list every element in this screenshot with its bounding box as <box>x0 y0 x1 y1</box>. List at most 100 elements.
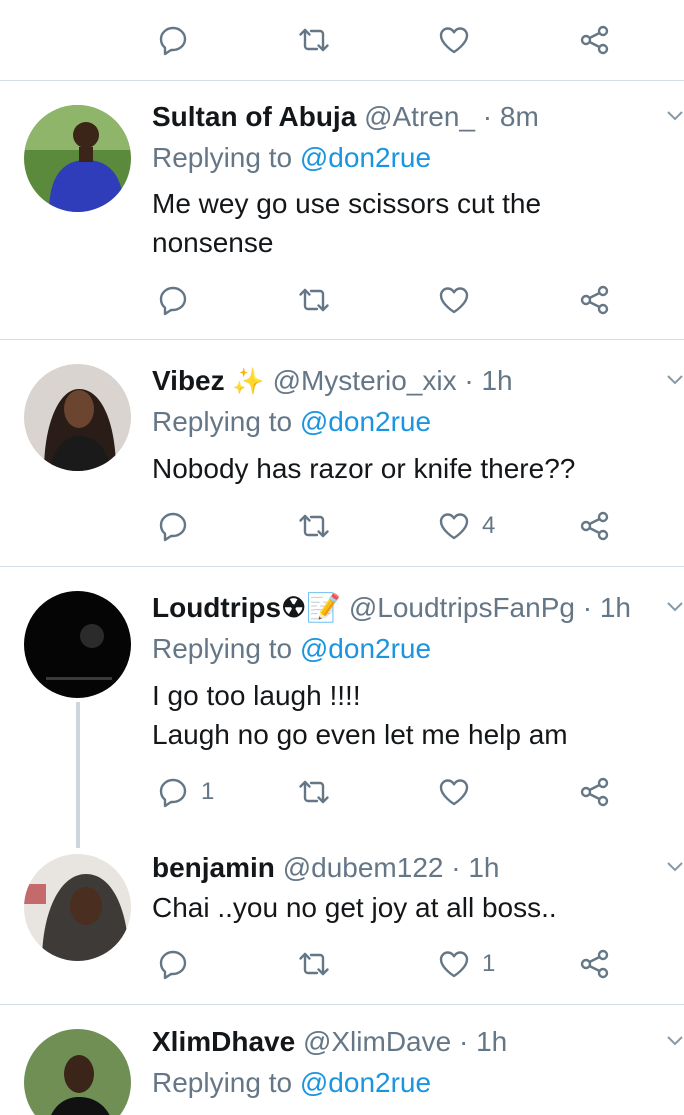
reply-button[interactable] <box>157 20 201 60</box>
share-button[interactable] <box>579 506 611 546</box>
chevron-down-icon[interactable] <box>666 600 684 614</box>
chevron-down-icon[interactable] <box>666 373 684 387</box>
tweet[interactable]: benjamin @dubem122 · 1h Chai ..you no ge… <box>0 833 684 1004</box>
separator: · <box>458 1026 469 1057</box>
timestamp[interactable]: 8m <box>500 101 539 132</box>
like-button[interactable] <box>438 280 482 320</box>
reply-button[interactable] <box>157 944 201 984</box>
replying-to: Replying to @don2rue <box>152 631 431 667</box>
replying-to-link[interactable]: @don2rue <box>300 1067 431 1098</box>
reply-button[interactable]: 1 <box>157 772 214 812</box>
like-icon <box>438 510 470 542</box>
avatar[interactable] <box>24 364 131 471</box>
display-name[interactable]: benjamin <box>152 852 275 883</box>
share-icon <box>579 776 611 808</box>
retweet-button[interactable] <box>298 944 330 984</box>
replying-label: Replying to <box>152 1067 293 1098</box>
separator: · <box>451 852 461 883</box>
handle[interactable]: @Atren_ <box>364 101 475 132</box>
reply-button[interactable] <box>157 506 201 546</box>
avatar[interactable] <box>24 105 131 212</box>
reply-icon <box>157 776 189 808</box>
tweet-header: benjamin @dubem122 · 1h <box>152 850 500 886</box>
replying-to-link[interactable]: @don2rue <box>300 633 431 664</box>
like-icon <box>438 24 470 56</box>
retweet-icon <box>298 24 330 56</box>
display-name[interactable]: Vibez <box>152 365 225 396</box>
avatar[interactable] <box>24 591 131 698</box>
replying-label: Replying to <box>152 406 293 437</box>
tweet[interactable]: Loudtrips☢📝 @LoudtripsFanPg · 1h Replyin… <box>0 567 684 833</box>
retweet-button[interactable] <box>298 772 330 812</box>
share-icon <box>579 284 611 316</box>
share-button[interactable] <box>579 20 611 60</box>
retweet-icon <box>298 776 330 808</box>
timestamp[interactable]: 1h <box>468 852 499 883</box>
like-icon <box>438 284 470 316</box>
share-icon <box>579 510 611 542</box>
tweet[interactable]: Vibez ✨ @Mysterio_xix · 1h Replying to @… <box>0 340 684 566</box>
separator: · <box>464 365 474 396</box>
display-name[interactable]: Sultan of Abuja <box>152 101 356 132</box>
tweet-text: Chai ..you no get joy at all boss.. <box>152 892 557 923</box>
top-action-bar <box>0 20 684 60</box>
like-button[interactable] <box>438 20 470 60</box>
chevron-down-icon[interactable] <box>666 1034 684 1048</box>
action-bar: 1 <box>0 772 684 812</box>
replying-label: Replying to <box>152 633 293 664</box>
sparkles-emoji: ✨ <box>232 366 265 396</box>
timestamp[interactable]: 1h <box>481 365 512 396</box>
like-button[interactable]: 4 <box>438 506 495 546</box>
handle[interactable]: @Mysterio_xix <box>273 365 457 396</box>
display-name[interactable]: Loudtrips☢📝 <box>152 592 341 623</box>
avatar[interactable] <box>24 1029 131 1115</box>
retweet-button[interactable] <box>298 280 330 320</box>
reply-button[interactable] <box>157 280 201 320</box>
timestamp[interactable]: 1h <box>600 592 631 623</box>
handle[interactable]: @LoudtripsFanPg <box>349 592 575 623</box>
tweet[interactable]: XlimDhave @XlimDave · 1h Replying to @do… <box>0 1005 684 1115</box>
share-button[interactable] <box>579 280 611 320</box>
share-button[interactable] <box>579 772 611 812</box>
replying-to: Replying to @don2rue <box>152 140 431 176</box>
display-name[interactable]: XlimDhave <box>152 1026 295 1057</box>
retweet-icon <box>298 948 330 980</box>
tweet-header: Loudtrips☢📝 @LoudtripsFanPg · 1h <box>152 590 631 626</box>
like-icon <box>438 948 470 980</box>
replying-to: Replying to @don2rue <box>152 404 431 440</box>
chevron-down-icon[interactable] <box>666 109 684 123</box>
reply-icon <box>157 24 189 56</box>
replying-to-link[interactable]: @don2rue <box>300 406 431 437</box>
separator: · <box>482 101 493 132</box>
tweet-text: I go too laugh !!!! Laugh no go even let… <box>152 680 568 750</box>
handle[interactable]: @dubem122 <box>283 852 444 883</box>
action-bar: 4 <box>0 506 684 546</box>
handle[interactable]: @XlimDave <box>303 1026 451 1057</box>
action-bar <box>0 280 684 320</box>
reply-icon <box>157 948 189 980</box>
retweet-icon <box>298 284 330 316</box>
like-button[interactable]: 1 <box>438 944 495 984</box>
tweet-text: Me wey go use scissors cut the nonsense <box>152 188 542 258</box>
share-icon <box>579 948 611 980</box>
action-bar: 1 <box>0 944 684 984</box>
retweet-button[interactable] <box>298 506 330 546</box>
tweet-header: XlimDhave @XlimDave · 1h <box>152 1024 507 1060</box>
retweet-button[interactable] <box>298 20 330 60</box>
like-icon <box>438 776 470 808</box>
replying-to-link[interactable]: @don2rue <box>300 142 431 173</box>
tweet[interactable]: Sultan of Abuja @Atren_ · 8m Replying to… <box>0 81 684 339</box>
share-button[interactable] <box>579 944 611 984</box>
like-button[interactable] <box>438 772 482 812</box>
reply-count: 1 <box>201 778 215 805</box>
timestamp[interactable]: 1h <box>476 1026 507 1057</box>
like-count: 4 <box>482 512 496 539</box>
tweet-header: Sultan of Abuja @Atren_ · 8m <box>152 99 539 135</box>
chevron-down-icon[interactable] <box>666 860 684 874</box>
retweet-icon <box>298 510 330 542</box>
share-icon <box>579 24 611 56</box>
tweet-header: Vibez ✨ @Mysterio_xix · 1h <box>152 363 513 399</box>
replying-label: Replying to <box>152 142 293 173</box>
separator: · <box>582 592 593 623</box>
reply-icon <box>157 510 189 542</box>
